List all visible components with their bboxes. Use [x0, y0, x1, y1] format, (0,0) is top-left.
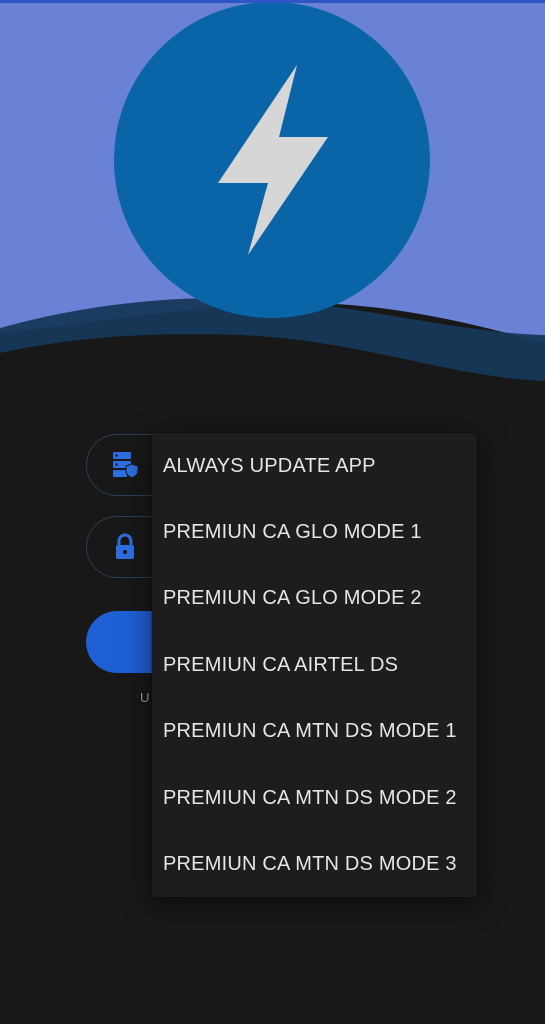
- app-screen: U ALWAYS UPDATE APP PREMIUN CA GLO MODE …: [0, 0, 545, 1024]
- menu-item-always-update-app[interactable]: ALWAYS UPDATE APP: [152, 433, 477, 499]
- menu-item-ca-mtn-ds-mode-1[interactable]: PREMIUN CA MTN DS MODE 1: [152, 699, 477, 765]
- menu-item-ca-glo-mode-2[interactable]: PREMIUN CA GLO MODE 2: [152, 566, 477, 632]
- menu-item-ca-mtn-ds-mode-3[interactable]: PREMIUN CA MTN DS MODE 3: [152, 831, 477, 897]
- footer-text: U: [140, 690, 150, 705]
- server-dropdown-menu: ALWAYS UPDATE APP PREMIUN CA GLO MODE 1 …: [152, 433, 477, 897]
- header-banner: [0, 3, 545, 393]
- lock-icon: [111, 533, 139, 561]
- server-shield-icon: [111, 451, 139, 479]
- menu-item-ca-airtel-ds[interactable]: PREMIUN CA AIRTEL DS: [152, 632, 477, 698]
- menu-item-ca-glo-mode-1[interactable]: PREMIUN CA GLO MODE 1: [152, 499, 477, 565]
- menu-item-ca-mtn-ds-mode-2[interactable]: PREMIUN CA MTN DS MODE 2: [152, 765, 477, 831]
